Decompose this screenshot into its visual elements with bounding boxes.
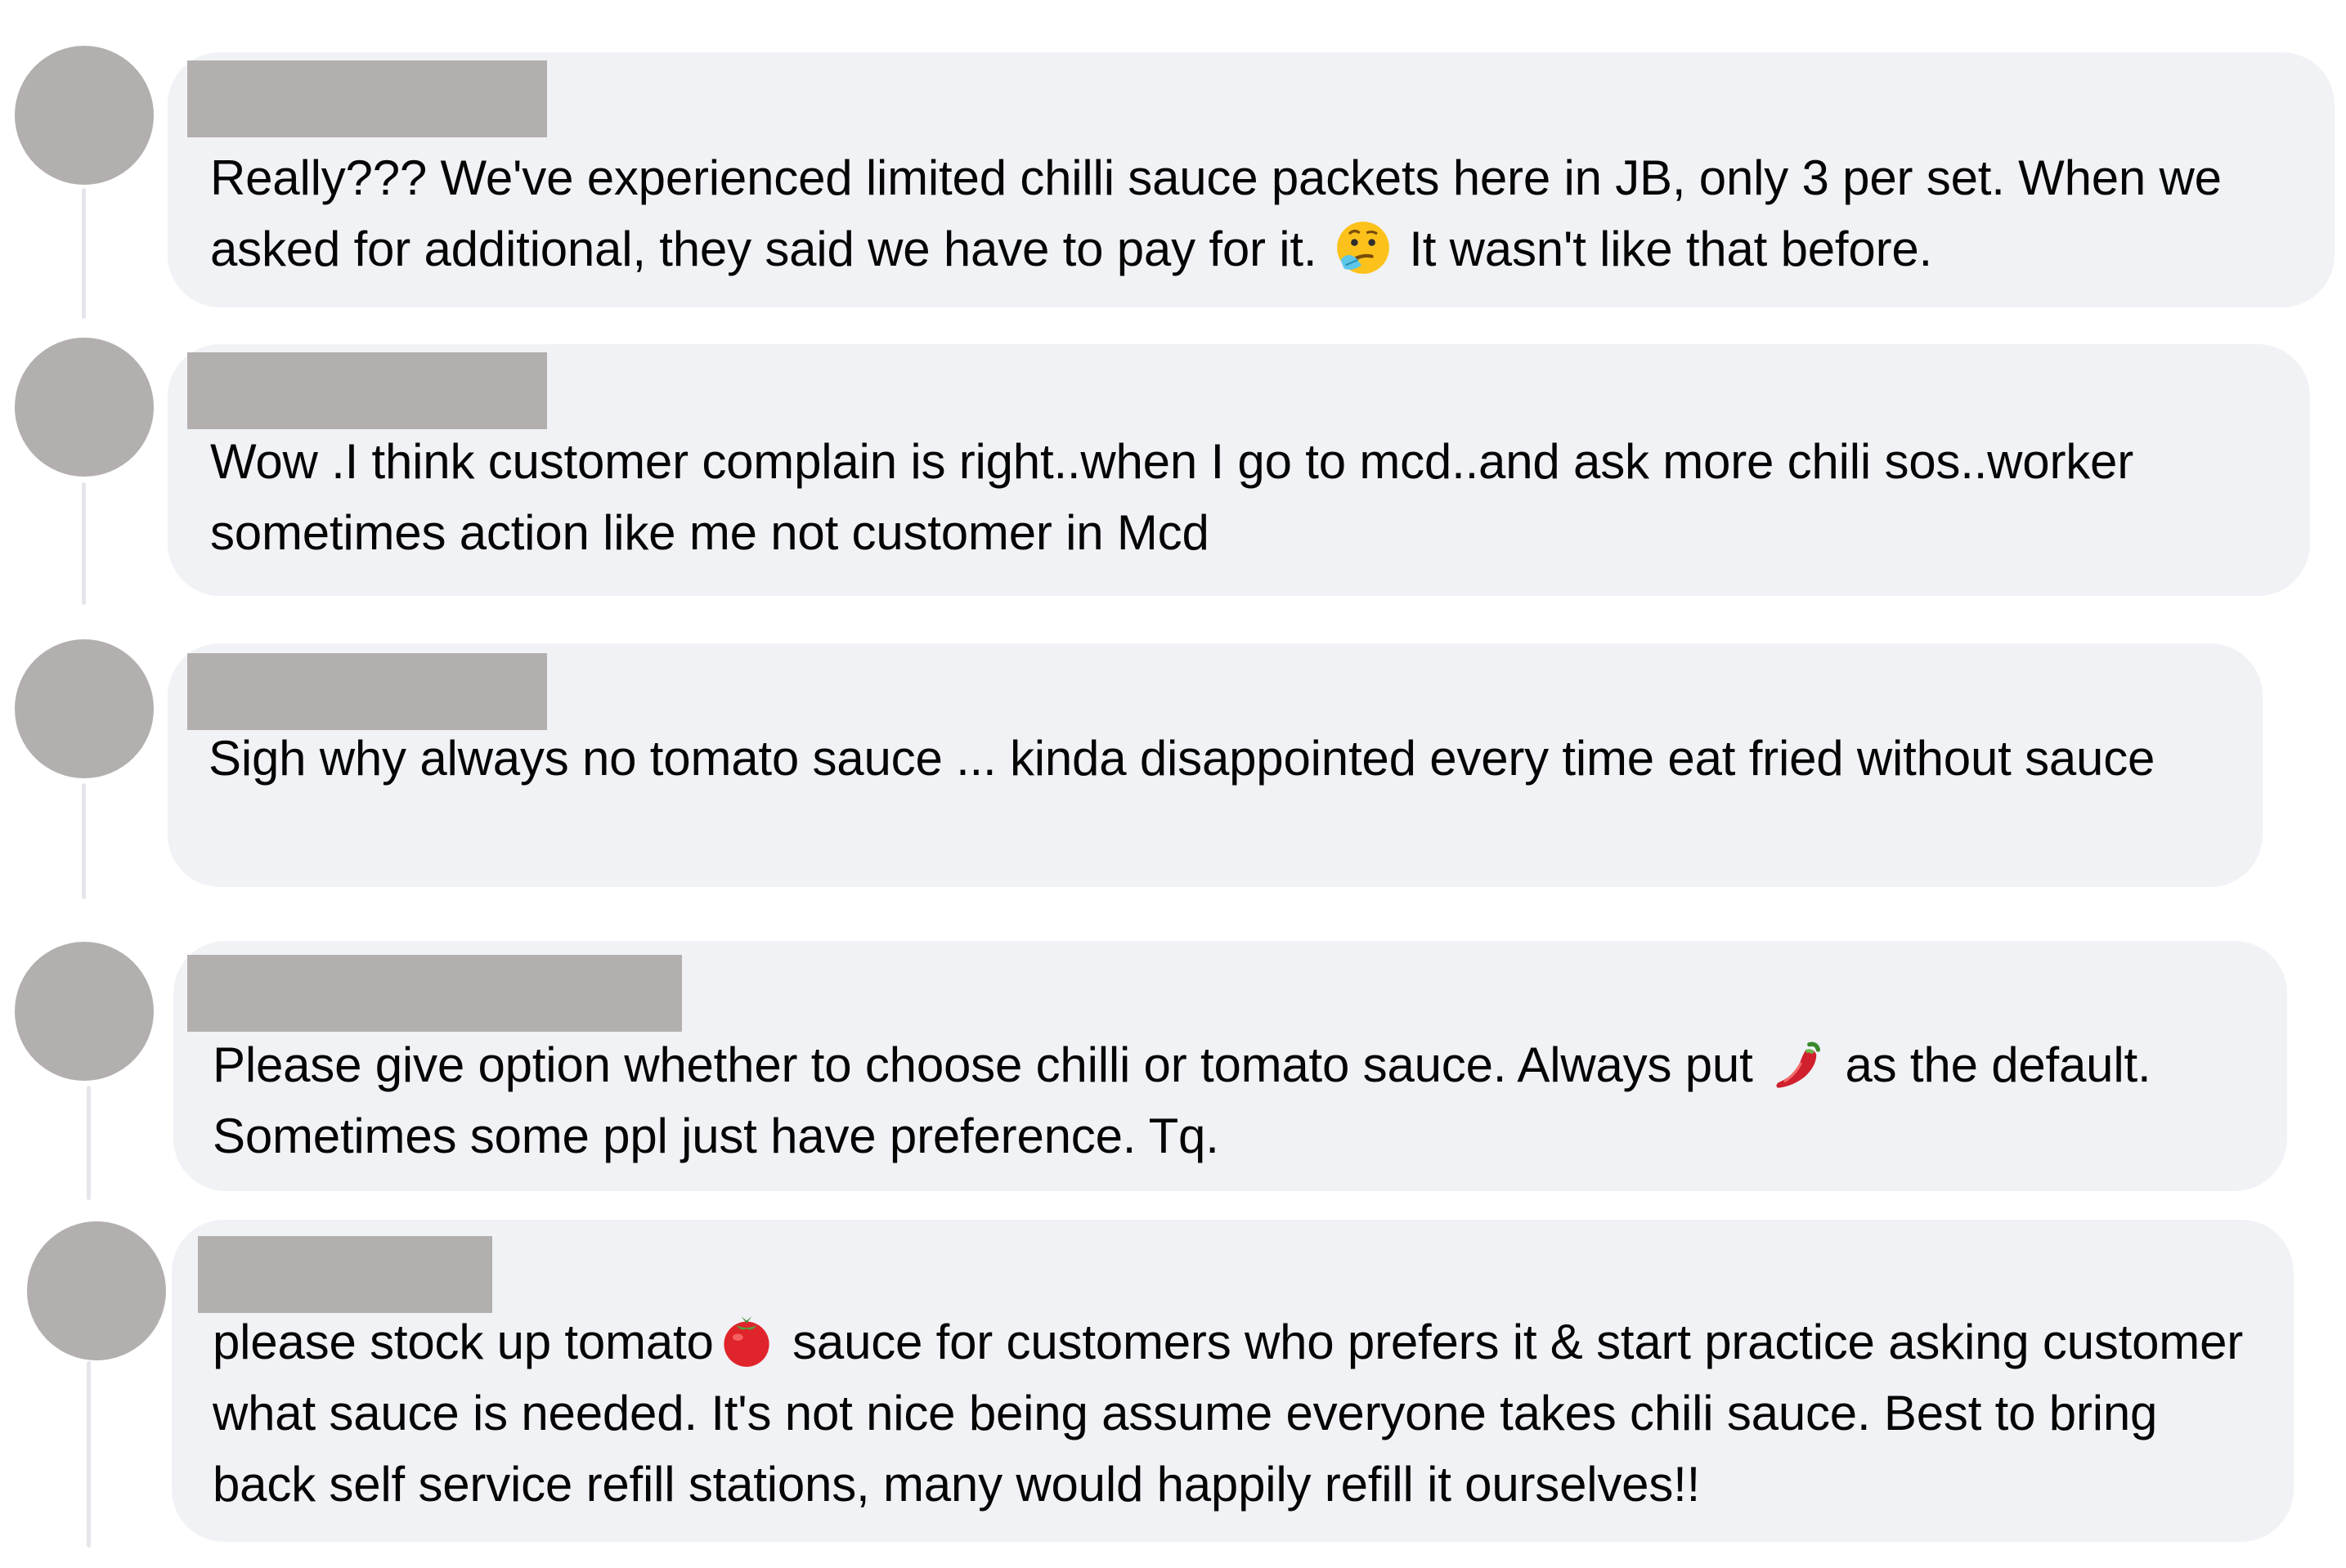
author-name-redacted[interactable]	[187, 955, 682, 1032]
comment-bubble: Wow .I think customer complain is right.…	[168, 344, 2310, 596]
comment-text: please stock up tomato sauce for custome…	[213, 1306, 2257, 1520]
avatar[interactable]	[15, 46, 154, 185]
tomato-icon	[719, 1313, 774, 1369]
comment-bubble: please stock up tomato sauce for custome…	[172, 1220, 2294, 1542]
avatar[interactable]	[27, 1221, 166, 1360]
thread-line	[82, 783, 86, 899]
author-name-redacted[interactable]	[187, 60, 547, 137]
thread-line	[82, 482, 86, 605]
thread-line	[87, 1361, 91, 1548]
comment-bubble: Really??? We've experienced limited chil…	[168, 52, 2335, 307]
comment-text: Please give option whether to choose chi…	[213, 1029, 2200, 1172]
author-name-redacted[interactable]	[187, 352, 547, 429]
comment-text: Really??? We've experienced limited chil…	[210, 142, 2320, 284]
avatar[interactable]	[15, 942, 154, 1081]
comment-text: Sigh why always no tomato sauce ... kind…	[209, 725, 2196, 792]
avatar[interactable]	[15, 639, 154, 778]
comment-bubble: Please give option whether to choose chi…	[173, 941, 2287, 1191]
comment-text-part: Please give option whether to choose chi…	[213, 1037, 1767, 1092]
avatar[interactable]	[15, 338, 154, 477]
comment-text: Wow .I think customer complain is right.…	[210, 426, 2238, 568]
thread-line	[87, 1086, 91, 1200]
thread-line	[82, 188, 86, 319]
comment-text-part: Wow .I think customer complain is right.…	[210, 434, 2147, 560]
comment-text-part: Sigh why always no tomato sauce ... kind…	[209, 731, 2155, 786]
author-name-redacted[interactable]	[187, 653, 547, 730]
comment-text-part: please stock up tomato	[213, 1315, 714, 1369]
comment-text-part: It wasn't like that before.	[1395, 222, 1932, 276]
author-name-redacted[interactable]	[198, 1236, 492, 1313]
comment-bubble: Sigh why always no tomato sauce ... kind…	[168, 643, 2263, 887]
hot-pepper-icon	[1771, 1036, 1827, 1091]
thinking-face-icon	[1335, 220, 1391, 276]
